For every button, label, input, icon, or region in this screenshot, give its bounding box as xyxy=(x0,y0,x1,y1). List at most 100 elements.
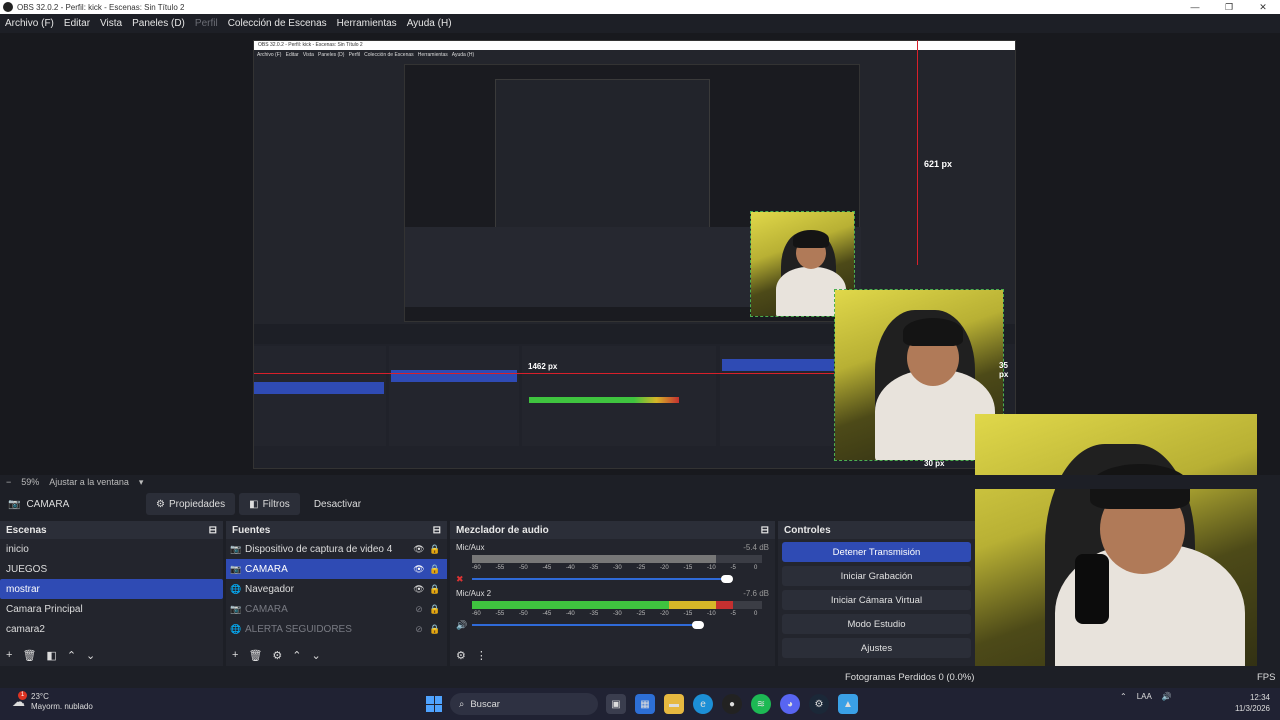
start-recording-button[interactable]: Iniciar Grabación xyxy=(782,566,971,586)
search-placeholder: Buscar xyxy=(470,698,500,710)
task-view-icon[interactable]: ▣ xyxy=(606,694,626,714)
dock-undock-icon[interactable]: ⊟ xyxy=(433,525,441,536)
source-item[interactable]: 📷 Dispositivo de captura de video 4 👁 🔒 xyxy=(226,539,447,559)
steam-icon[interactable]: ⚙ xyxy=(809,694,829,714)
language-indicator[interactable]: LAA xyxy=(1137,692,1152,701)
source-label: CAMARA xyxy=(245,563,288,575)
deactivate-button[interactable]: Desactivar xyxy=(304,493,371,515)
move-up-icon[interactable]: ⌃ xyxy=(292,649,301,662)
menu-item-1[interactable]: Editar xyxy=(59,18,95,29)
lock-icon[interactable]: 🔒 xyxy=(427,584,443,595)
weather-widget[interactable]: ☁ 1 23°C Mayorm. nublado xyxy=(12,691,93,712)
lock-icon[interactable]: 🔒 xyxy=(427,544,443,555)
menu-item-5[interactable]: Colección de Escenas xyxy=(223,18,332,29)
eye-hidden-icon[interactable]: ⊘ xyxy=(411,624,427,635)
scene-item[interactable]: inicio xyxy=(0,539,223,559)
edge-icon[interactable]: e xyxy=(693,694,713,714)
level-meter xyxy=(472,555,762,563)
zoom-fit-button[interactable]: Ajustar a la ventana xyxy=(49,477,129,487)
menu-item-4: Perfil xyxy=(194,18,218,29)
zoom-dropdown-icon[interactable]: ▾ xyxy=(139,477,144,488)
meter-tick: -35 xyxy=(589,611,599,617)
close-button[interactable]: ✕ xyxy=(1246,0,1280,14)
scene-filters-button[interactable]: ◧ xyxy=(46,649,56,662)
menu-item-6[interactable]: Herramientas xyxy=(332,18,402,29)
menu-item-0[interactable]: Archivo (F) xyxy=(0,18,59,29)
maximize-button[interactable]: ❐ xyxy=(1212,0,1246,14)
filters-button[interactable]: ◧ Filtros xyxy=(239,493,300,515)
source-settings-button[interactable]: ⚙ xyxy=(272,649,282,662)
obs-icon[interactable]: ● xyxy=(722,694,742,714)
file-explorer-icon[interactable]: ▬ xyxy=(664,694,684,714)
lock-icon[interactable]: 🔒 xyxy=(427,604,443,615)
dock-undock-icon[interactable]: ⊟ xyxy=(209,525,217,536)
nested-obs-capture: OBS 32.0.2 - Perfil: kick - Escenas: Sin… xyxy=(253,40,1016,469)
taskbar-clock[interactable]: 12:34 11/3/2026 xyxy=(1226,692,1270,714)
dock-undock-icon[interactable]: ⊟ xyxy=(761,525,769,536)
meter-tick: -45 xyxy=(542,565,552,571)
scene-item[interactable]: mostrar xyxy=(0,579,223,599)
meter-tick: -55 xyxy=(495,565,505,571)
scene-item[interactable]: JUEGOS xyxy=(0,559,223,579)
settings-button[interactable]: Ajustes xyxy=(782,638,971,658)
start-virtual-camera-button[interactable]: Iniciar Cámara Virtual xyxy=(782,590,971,610)
move-down-icon[interactable]: ⌄ xyxy=(86,649,95,662)
remove-scene-button[interactable]: 🗑 xyxy=(22,649,36,662)
volume-thumb[interactable] xyxy=(692,621,705,629)
remove-source-button[interactable]: 🗑 xyxy=(248,649,262,662)
eye-icon[interactable]: 👁 xyxy=(411,564,427,575)
source-item[interactable]: 📷 CAMARA 👁 🔒 xyxy=(226,559,447,579)
taskbar-search[interactable]: ⌕ Buscar xyxy=(450,693,598,715)
mixer-menu-button[interactable]: ⋮ xyxy=(476,649,487,662)
scene-item[interactable]: Camara Principal xyxy=(0,599,223,619)
volume-slider[interactable]: 🔊 xyxy=(456,620,762,630)
measure-left: 1462 px xyxy=(528,362,558,371)
mixer-channel: Mic/Aux -5.4 dB -60 -55 -50 -45 -40 -35 -30 -25 -2… xyxy=(456,543,769,584)
fps-indicator: FPS xyxy=(1257,672,1276,683)
eye-icon[interactable]: 👁 xyxy=(411,584,427,595)
mixer-settings-button[interactable]: ⚙ xyxy=(456,649,466,662)
start-button[interactable] xyxy=(426,696,442,712)
discord-icon[interactable]: ◕ xyxy=(780,694,800,714)
meter-tick: -50 xyxy=(519,565,528,571)
source-item[interactable]: 🌐 ALERTA SEGUIDORES ⊘ 🔒 xyxy=(226,619,447,639)
zoom-out-button[interactable]: − xyxy=(6,477,11,487)
volume-slider[interactable]: ✖ xyxy=(456,574,762,584)
stop-streaming-button[interactable]: Detener Transmisión xyxy=(782,542,971,562)
tray-overflow-icon[interactable]: ⌃ xyxy=(1120,692,1127,701)
scene-item[interactable]: camara2 xyxy=(0,619,223,639)
speaker-icon[interactable]: 🔊 xyxy=(456,620,467,631)
eye-hidden-icon[interactable]: ⊘ xyxy=(411,604,427,615)
minimize-button[interactable]: — xyxy=(1178,0,1212,14)
properties-button[interactable]: ⚙ Propiedades xyxy=(146,493,236,515)
spotify-icon[interactable]: ≋ xyxy=(751,694,771,714)
webcam-source-preview[interactable] xyxy=(975,414,1257,698)
source-label: Dispositivo de captura de video 4 xyxy=(245,543,393,555)
source-item[interactable]: 🌐 Navegador 👁 🔒 xyxy=(226,579,447,599)
eye-icon[interactable]: 👁 xyxy=(411,544,427,555)
menu-item-3[interactable]: Paneles (D) xyxy=(127,18,190,29)
photos-icon[interactable]: ▲ xyxy=(838,694,858,714)
meter-tick: -60 xyxy=(472,611,481,617)
menu-item-7[interactable]: Ayuda (H) xyxy=(402,18,457,29)
preview-canvas[interactable]: OBS 32.0.2 - Perfil: kick - Escenas: Sin… xyxy=(0,33,1280,698)
window-controls: — ❐ ✕ xyxy=(1178,0,1280,14)
sources-dock-header: Fuentes ⊟ xyxy=(226,521,447,539)
source-item[interactable]: 📷 CAMARA ⊘ 🔒 xyxy=(226,599,447,619)
lock-icon[interactable]: 🔒 xyxy=(427,564,443,575)
volume-thumb[interactable] xyxy=(721,575,734,583)
move-down-icon[interactable]: ⌄ xyxy=(312,649,321,662)
meter-tick: -5 xyxy=(730,565,736,571)
move-up-icon[interactable]: ⌃ xyxy=(67,649,76,662)
store-icon[interactable]: ▦ xyxy=(635,694,655,714)
studio-mode-button[interactable]: Modo Estudio xyxy=(782,614,971,634)
lock-icon[interactable]: 🔒 xyxy=(427,624,443,635)
volume-icon[interactable]: 🔊 xyxy=(1162,692,1172,701)
add-source-button[interactable]: + xyxy=(232,649,238,661)
measure-bottom: 30 px xyxy=(924,459,945,468)
menu-item-2[interactable]: Vista xyxy=(95,18,127,29)
scenes-dock: Escenas ⊟ inicio JUEGOS mostrar Camara Prin… xyxy=(0,521,223,666)
add-scene-button[interactable]: + xyxy=(6,649,12,661)
mute-icon[interactable]: ✖ xyxy=(456,574,464,585)
measure-vertical: 621 px xyxy=(924,159,953,169)
